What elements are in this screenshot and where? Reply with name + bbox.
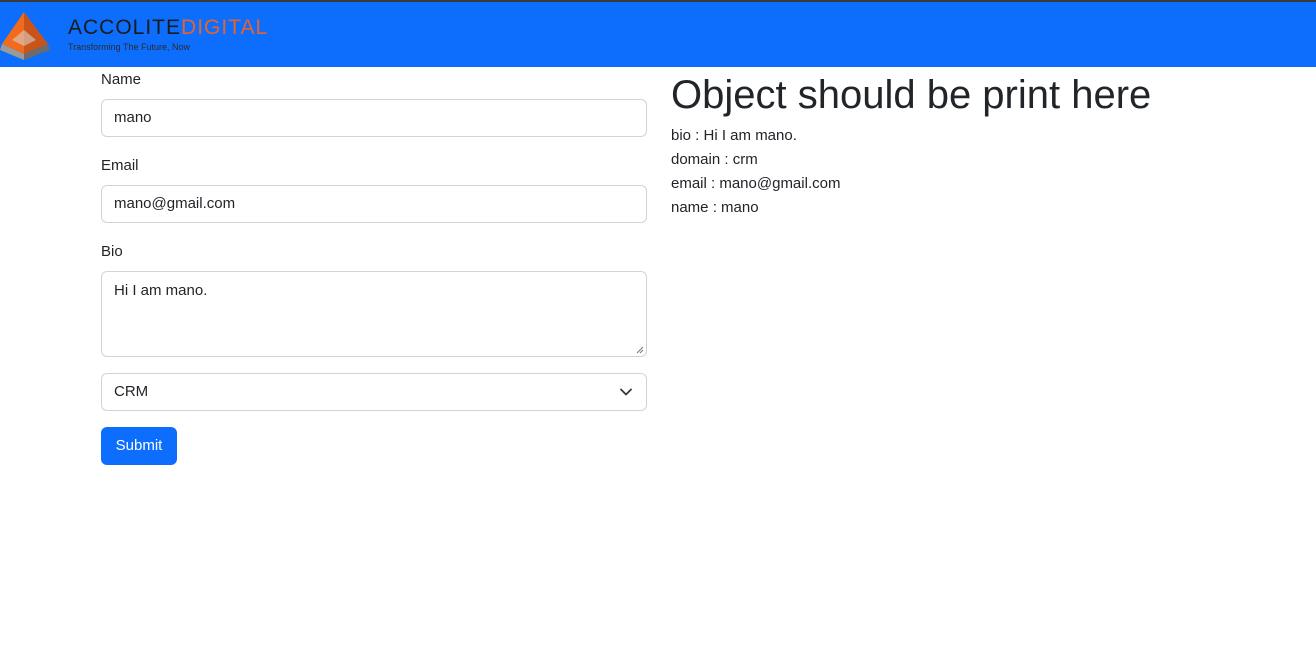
chevron-down-icon [620, 388, 632, 396]
name-input[interactable]: mano [101, 99, 647, 137]
submit-button[interactable]: Submit [101, 427, 177, 465]
output-line-domain: domain : crm [671, 151, 758, 168]
email-label: Email [101, 157, 139, 174]
output-title: Object should be print here [671, 73, 1152, 117]
domain-selected-value: CRM [114, 383, 149, 400]
brand-word-digital: DIGITAL [181, 16, 269, 39]
bio-textarea[interactable]: Hi I am mano. [101, 271, 647, 357]
brand-word-accolite: ACCOLITE [68, 16, 182, 39]
brand-logo[interactable]: ACCOLITEDIGITAL Transforming The Future,… [0, 10, 300, 62]
bio-text: Hi I am mano. [114, 282, 208, 299]
output-line-email: email : mano@gmail.com [671, 175, 841, 192]
navbar: ACCOLITEDIGITAL Transforming The Future,… [0, 2, 1316, 67]
resize-grip-icon[interactable] [636, 346, 644, 354]
bio-label: Bio [101, 243, 123, 260]
brand-tagline: Transforming The Future, Now [68, 42, 191, 52]
pyramid-logo-icon [0, 12, 50, 60]
email-input[interactable]: mano@gmail.com [101, 185, 647, 223]
brand-name: ACCOLITEDIGITAL [68, 16, 268, 40]
name-label: Name [101, 71, 142, 88]
output-line-name: name : mano [671, 199, 759, 216]
output-line-bio: bio : Hi I am mano. [671, 127, 797, 144]
domain-select[interactable]: CRM [101, 373, 647, 411]
